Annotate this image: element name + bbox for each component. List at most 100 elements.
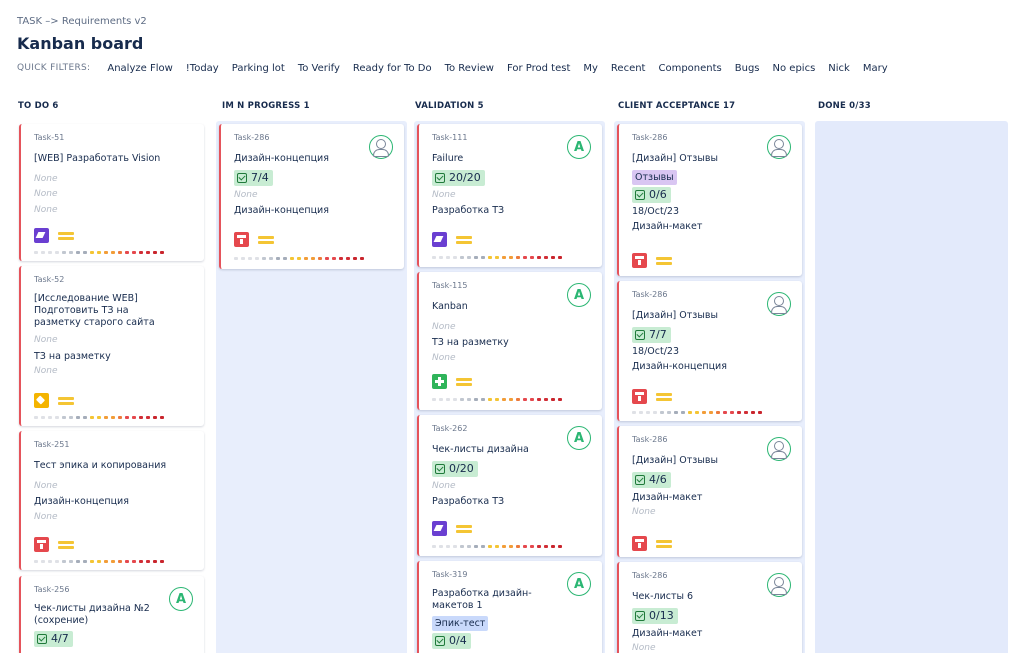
task-card[interactable]: Task-251 Тест эпика и копирования None Д… [19, 431, 204, 570]
filter-to-review[interactable]: To Review [445, 63, 494, 74]
assignee-avatar[interactable]: A [567, 572, 591, 596]
assignee-avatar-icon[interactable] [767, 292, 791, 316]
quick-filters-bar: QUICK FILTERS: Analyze Flow !Today Parki… [17, 61, 901, 75]
task-title: [Исследование WEB] Подготовить ТЗ на раз… [34, 293, 155, 328]
design-icon [632, 389, 647, 404]
task-card[interactable]: Task-111 Failure 20/20 None Разработка Т… [417, 124, 602, 267]
filter-recent[interactable]: Recent [611, 63, 646, 74]
assignee-avatar-icon[interactable] [767, 437, 791, 461]
task-card[interactable]: Task-256 Чек-листы дизайна №2 (сохрение)… [19, 576, 204, 653]
task-field: None [632, 643, 656, 653]
task-card[interactable]: Task-115 Kanban None ТЗ на разметку None… [417, 272, 602, 410]
assignee-avatar-icon[interactable] [767, 573, 791, 597]
page-title: Kanban board [17, 34, 144, 53]
column-header-todo: TO DO 6 [18, 101, 59, 111]
task-field: None [34, 335, 58, 345]
task-field: None [432, 352, 456, 363]
checkbox-icon [37, 634, 47, 644]
progress-dots [34, 560, 167, 563]
checkbox-icon [635, 189, 645, 200]
story-icon [34, 228, 49, 243]
task-field: Дизайн-макет [632, 627, 703, 639]
checklist-count: 7/7 [649, 327, 667, 341]
priority-medium-icon [258, 235, 274, 244]
assignee-avatar-icon[interactable] [369, 135, 393, 159]
filter-my[interactable]: My [583, 63, 598, 74]
progress-dots [234, 257, 367, 260]
assignee-avatar[interactable]: A [567, 426, 591, 450]
task-field: Разработка ТЗ [432, 496, 505, 507]
task-key: Task-286 [234, 133, 270, 142]
task-field: Разработка ТЗ [432, 205, 505, 216]
avatar-initial: A [573, 576, 585, 592]
priority-medium-icon [656, 256, 672, 265]
task-card[interactable]: Task-286 [Дизайн] Отзывы Отзывы 0/6 18/O… [617, 124, 802, 276]
checklist-progress: 4/6 [632, 471, 671, 488]
checklist-progress: 7/7 [632, 326, 671, 343]
task-card[interactable]: Task-286 [Дизайн] Отзывы 4/6 Дизайн-маке… [617, 426, 802, 557]
task-title: Тест эпика и копирования [34, 460, 167, 471]
priority-medium-icon [58, 396, 74, 405]
filter-bugs[interactable]: Bugs [735, 63, 760, 74]
task-title: Чек-листы дизайна [432, 444, 529, 455]
filter-ready-for-todo[interactable]: Ready for To Do [353, 63, 432, 74]
filter-nick[interactable]: Nick [828, 63, 850, 74]
due-date: 18/Oct/23 [632, 205, 680, 217]
task-field: ТЗ на разметку [432, 337, 509, 348]
task-field: None [234, 189, 258, 200]
filter-mary[interactable]: Mary [863, 63, 888, 74]
checklist-progress: 0/20 [432, 460, 478, 477]
task-field: Дизайн-концепция [34, 496, 129, 507]
assignee-avatar-icon[interactable] [767, 135, 791, 159]
task-key: Task-251 [34, 440, 70, 449]
task-key: Task-262 [432, 424, 468, 433]
checklist-count: 0/4 [449, 634, 467, 647]
priority-medium-icon [456, 524, 472, 533]
task-key: Task-52 [34, 275, 65, 284]
task-card[interactable]: Task-286 Чек-листы 6 0/13 Дизайн-макет N… [617, 562, 802, 653]
task-field: None [432, 480, 456, 491]
task-card[interactable]: Task-319 Разработка дизайн-макетов 1 Эпи… [417, 561, 602, 653]
task-field: Дизайн-концепция [234, 205, 329, 216]
filter-today[interactable]: !Today [186, 63, 219, 74]
task-key: Task-51 [34, 133, 65, 142]
checklist-progress: 7/4 [234, 169, 273, 186]
task-key: Task-256 [34, 585, 70, 594]
checklist-progress: 20/20 [432, 169, 485, 186]
task-card[interactable]: Task-52 [Исследование WEB] Подготовить Т… [19, 266, 204, 426]
task-field: None [34, 189, 58, 199]
plus-icon [432, 374, 447, 389]
priority-medium-icon [456, 235, 472, 244]
task-card[interactable]: Task-286 Дизайн-концепция 7/4 None Дизай… [219, 124, 404, 269]
epic-label[interactable]: Отзывы [632, 169, 677, 185]
filter-no-epics[interactable]: No epics [773, 63, 816, 74]
assignee-avatar[interactable]: A [567, 135, 591, 159]
assignee-avatar[interactable]: A [567, 283, 591, 307]
checklist-progress: 0/6 [632, 186, 671, 203]
task-field: None [34, 511, 58, 522]
filter-components[interactable]: Components [658, 63, 721, 74]
filter-to-verify[interactable]: To Verify [298, 63, 340, 74]
progress-dots [432, 545, 565, 548]
filter-analyze-flow[interactable]: Analyze Flow [107, 63, 172, 74]
task-card[interactable]: Task-51 [WEB] Разработать Vision None No… [19, 124, 204, 261]
assignee-avatar[interactable]: A [169, 587, 193, 611]
task-title: [WEB] Разработать Vision [34, 153, 161, 164]
story-icon [432, 232, 447, 247]
column-header-validation: VALIDATION 5 [415, 101, 484, 111]
filter-parking-lot[interactable]: Parking lot [232, 63, 285, 74]
breadcrumb[interactable]: TASK –> Requirements v2 [17, 16, 147, 27]
task-title: [Дизайн] Отзывы [632, 310, 718, 321]
avatar-initial: A [175, 591, 187, 607]
design-icon [632, 253, 647, 268]
priority-medium-icon [58, 231, 74, 240]
checkbox-icon [435, 172, 445, 183]
task-key: Task-286 [632, 290, 668, 299]
task-card[interactable]: Task-262 Чек-листы дизайна 0/20 None Раз… [417, 415, 602, 556]
task-title: Failure [432, 153, 464, 164]
task-card[interactable]: Task-286 [Дизайн] Отзывы 7/7 18/Oct/23 Д… [617, 281, 802, 421]
epic-label[interactable]: Эпик-тест [432, 616, 489, 631]
progress-dots [34, 251, 167, 254]
task-title: Чек-листы 6 [632, 591, 694, 602]
filter-for-prod-test[interactable]: For Prod test [507, 63, 570, 74]
